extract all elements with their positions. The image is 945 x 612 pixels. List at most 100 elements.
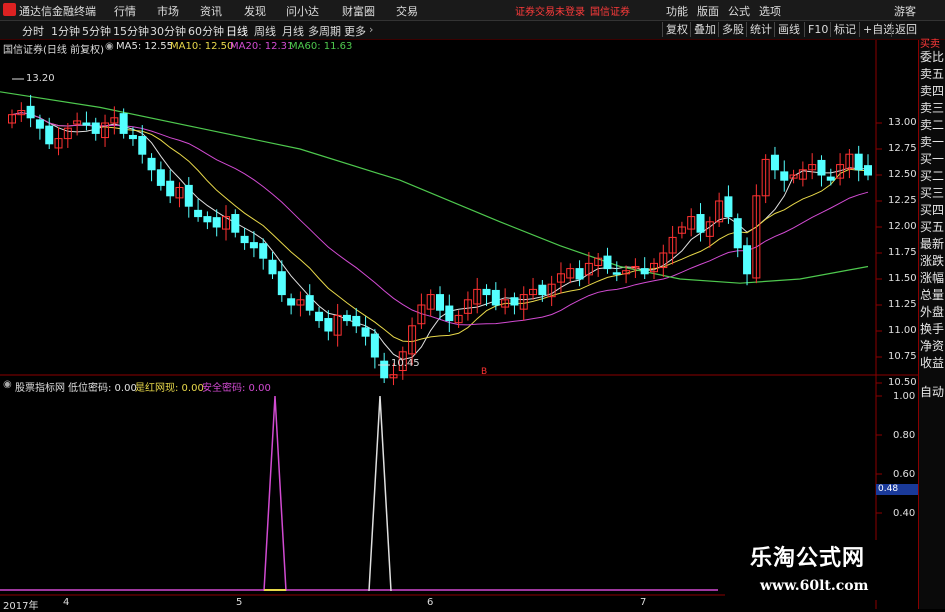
candle-body — [119, 113, 128, 134]
watermark-url: www.60lt.com — [760, 578, 869, 594]
candle-body — [612, 272, 621, 275]
settings-dot-icon[interactable]: ◉ — [105, 41, 114, 52]
candle-body — [156, 169, 165, 186]
chevron-right-icon[interactable]: › — [369, 23, 373, 36]
side-label: 委比 — [920, 50, 945, 64]
mark-button[interactable]: 标记 — [830, 22, 859, 37]
side-label: 卖一 — [920, 135, 945, 149]
candle-body — [147, 157, 156, 171]
candle-body — [26, 105, 35, 119]
menu-markets[interactable]: 市场 — [157, 3, 179, 19]
stats-button[interactable]: 统计 — [746, 22, 775, 37]
x-axis-label: 6 — [427, 597, 434, 608]
overlay-button[interactable]: 叠加 — [690, 22, 719, 37]
trade-login-status[interactable]: 证券交易未登录 — [515, 3, 585, 18]
candle-body — [826, 176, 835, 181]
formula-button[interactable]: 公式 — [728, 3, 750, 19]
indicator-name: 股票指标网 — [15, 383, 65, 394]
period-1min[interactable]: 1分钟 — [51, 23, 80, 39]
candlesticks — [8, 94, 872, 386]
period-daily[interactable]: 日线 — [226, 23, 248, 39]
broker-label[interactable]: 国信证券 — [590, 3, 630, 18]
price-tick-label: 12.75 — [888, 143, 917, 154]
candle-body — [194, 209, 203, 218]
candle-body — [240, 235, 249, 244]
candle-body — [538, 284, 547, 296]
period-60min[interactable]: 60分钟 — [188, 23, 224, 39]
draw-button[interactable]: 画线 — [774, 22, 803, 37]
period-weekly[interactable]: 周线 — [254, 23, 276, 39]
indicator-tick-label: 0.40 — [893, 508, 916, 519]
side-label: 净资 — [920, 339, 945, 353]
indicator-tick-label: 0.60 — [893, 469, 916, 480]
menu-market[interactable]: 行情 — [114, 3, 136, 19]
side-label: 买四 — [920, 203, 945, 217]
candle-body — [138, 136, 147, 155]
options-button[interactable]: 选项 — [759, 3, 781, 19]
guest-button[interactable]: 游客 — [894, 3, 916, 19]
layout-button[interactable]: 版面 — [697, 3, 719, 19]
restore-rights-button[interactable]: 复权 — [662, 22, 691, 37]
watermark-site-name: 乐淘公式网 — [750, 546, 866, 571]
candle-body — [203, 216, 212, 223]
price-tick-label: 10.50 — [888, 377, 917, 388]
price-tick-label: 10.75 — [888, 351, 917, 362]
menu-discover[interactable]: 发现 — [244, 3, 266, 19]
candle-body — [231, 214, 240, 233]
menu-wealth[interactable]: 财富圈 — [342, 3, 375, 19]
ma5-label: MA5: 12.55 — [116, 41, 174, 52]
indicator-field-safe: 安全密码: 0.00 — [202, 383, 271, 394]
price-tick-marks — [876, 122, 882, 384]
back-button[interactable]: 返回 — [891, 22, 920, 37]
candle-body — [603, 255, 612, 270]
f10-button[interactable]: F10 — [804, 22, 831, 37]
candle-body — [315, 311, 324, 322]
candle-body — [380, 360, 389, 379]
indicator-spike — [368, 395, 392, 592]
indicator-plot — [0, 395, 718, 592]
auto-button[interactable]: 自动 — [920, 385, 945, 399]
menu-trade[interactable]: 交易 — [396, 3, 418, 19]
period-30min[interactable]: 30分钟 — [150, 23, 186, 39]
indicator-tick-label: 1.00 — [893, 391, 916, 402]
side-label: 外盘 — [920, 305, 945, 319]
candle-body — [91, 122, 100, 134]
period-monthly[interactable]: 月线 — [282, 23, 304, 39]
candle-body — [166, 180, 175, 197]
chart-area[interactable] — [0, 40, 918, 609]
ma10-label: MA10: 12.50 — [170, 41, 234, 52]
indicator-settings-icon[interactable]: ◉ — [3, 379, 12, 390]
candle-body — [370, 333, 379, 358]
price-tick-label: 13.00 — [888, 117, 917, 128]
candle-body — [361, 327, 370, 337]
side-label: 买一 — [920, 152, 945, 166]
candle-body — [733, 218, 742, 249]
price-tick-label: 12.50 — [888, 169, 917, 180]
multi-stock-button[interactable]: 多股 — [718, 22, 747, 37]
side-label: 换手 — [920, 322, 945, 336]
candle-body — [817, 159, 826, 176]
candle-body — [184, 184, 193, 207]
period-more[interactable]: 更多 — [344, 23, 366, 39]
side-label: 卖二 — [920, 118, 945, 132]
candle-body — [249, 242, 258, 249]
price-tick-label: 11.25 — [888, 299, 917, 310]
side-label: 总量 — [920, 288, 945, 302]
menu-ask[interactable]: 问小达 — [286, 3, 319, 19]
period-tick[interactable]: 分时 — [22, 23, 44, 39]
indicator-spike — [263, 395, 287, 592]
price-tick-label: 11.50 — [888, 273, 917, 284]
menu-news[interactable]: 资讯 — [200, 3, 222, 19]
period-15min[interactable]: 15分钟 — [113, 23, 149, 39]
indicator-tick-label: 0.80 — [893, 430, 916, 441]
period-multi[interactable]: 多周期 — [308, 23, 341, 39]
price-tick-label: 12.25 — [888, 195, 917, 206]
period-5min[interactable]: 5分钟 — [82, 23, 111, 39]
candle-body — [864, 165, 872, 176]
candle-body — [45, 125, 54, 145]
candle-body — [491, 289, 500, 306]
buy-marker: B — [481, 367, 488, 377]
function-button[interactable]: 功能 — [666, 3, 688, 19]
indicator-tick-marks — [876, 395, 882, 514]
app-title: 通达信金融终端 — [19, 5, 96, 18]
